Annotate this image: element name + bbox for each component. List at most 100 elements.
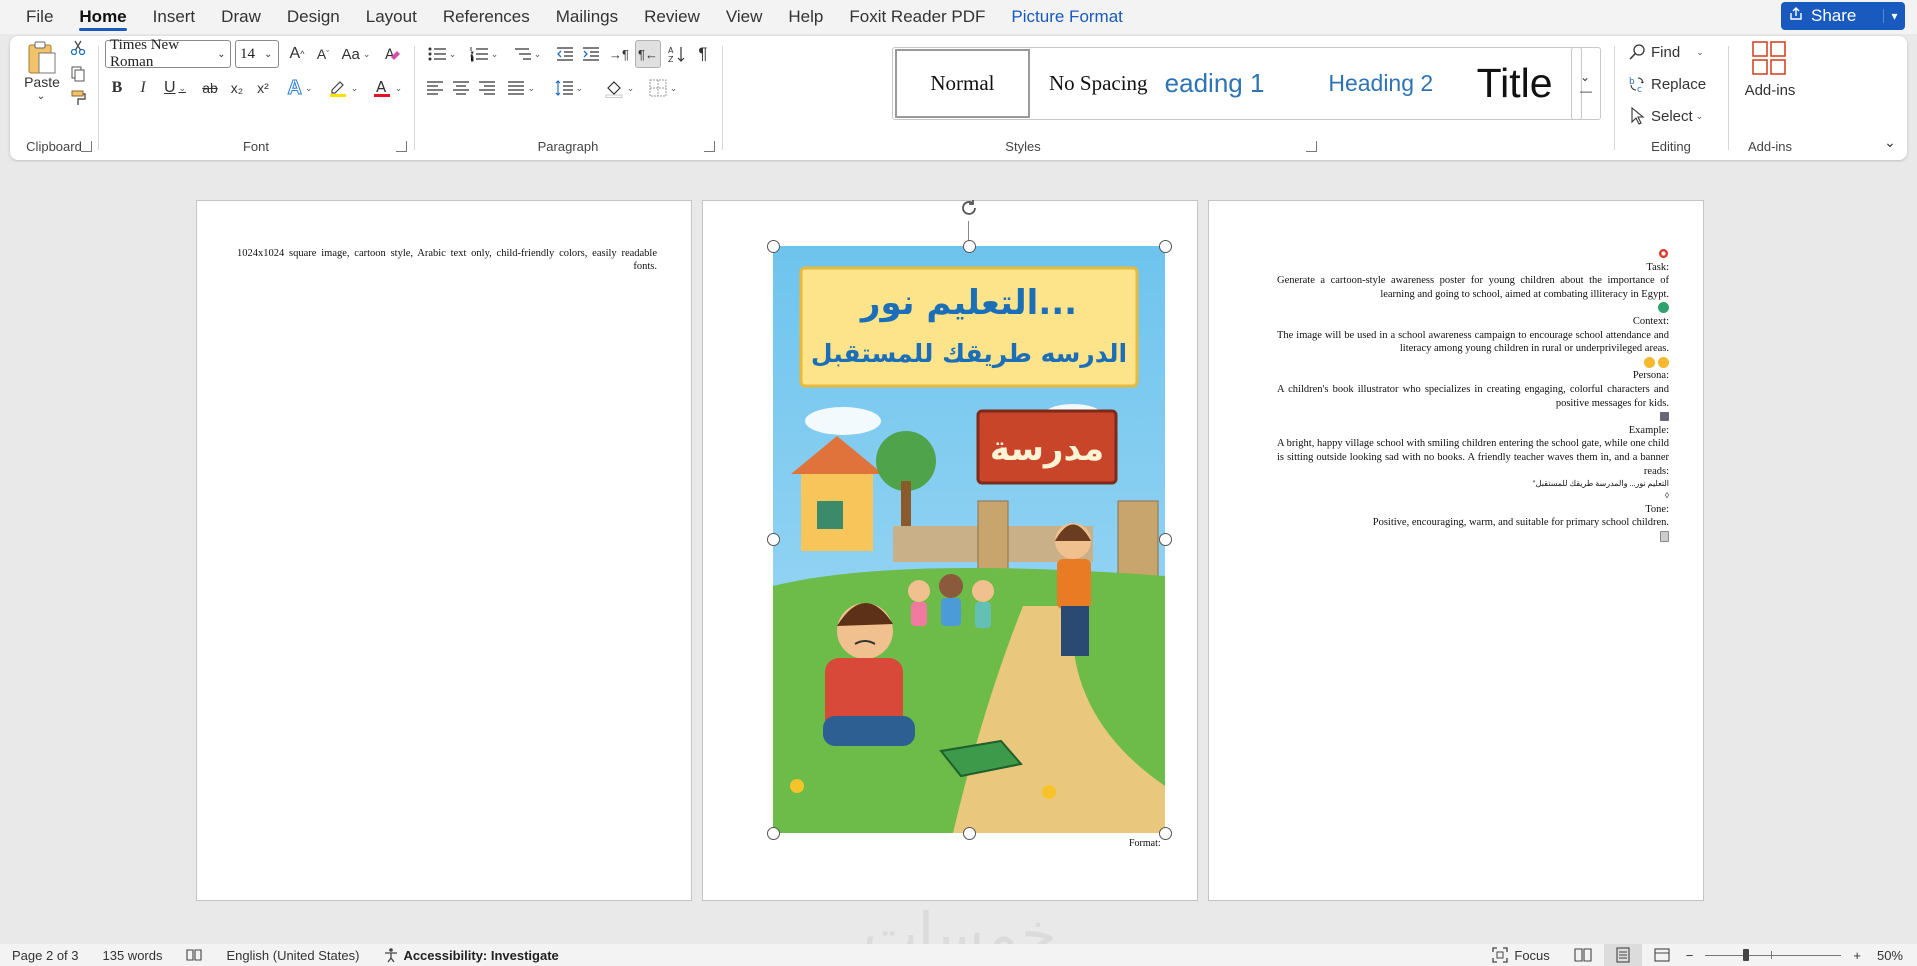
align-center-icon[interactable]	[449, 76, 473, 100]
chevron-down-icon[interactable]: ▾	[1883, 9, 1905, 23]
document-canvas[interactable]: 1024x1024 square image, cartoon style, A…	[0, 162, 1917, 966]
style-heading-2[interactable]: Heading 2	[1313, 49, 1448, 118]
change-case-button[interactable]: Aa ⌄	[339, 42, 373, 66]
rtl-direction-icon[interactable]: ¶←	[635, 40, 661, 68]
italic-button[interactable]: I	[131, 76, 155, 100]
line-spacing-button[interactable]: ⌄	[549, 76, 589, 100]
zoom-in-button[interactable]: +	[1849, 948, 1865, 963]
addins-icon[interactable]	[1749, 38, 1789, 78]
page-2[interactable]: التعليم نور... الدرسه طريقك للمستقبل مدر…	[702, 200, 1198, 901]
highlight-button[interactable]: ⌄	[323, 76, 363, 100]
print-layout-icon[interactable]	[1603, 944, 1642, 966]
find-button[interactable]: Find ⌄	[1629, 40, 1719, 64]
page-1[interactable]: 1024x1024 square image, cartoon style, A…	[196, 200, 692, 901]
menu-mailings[interactable]: Mailings	[543, 0, 631, 34]
shading-button[interactable]: ⌄	[599, 76, 639, 100]
bullets-button[interactable]: ⌄	[423, 42, 461, 66]
zoom-level[interactable]: 50%	[1865, 948, 1917, 963]
focus-button[interactable]: Focus	[1480, 947, 1561, 963]
resize-handle-top[interactable]	[962, 239, 976, 253]
styles-more-button[interactable]: ⌄ —	[1571, 47, 1601, 120]
superscript-button[interactable]: x²	[251, 76, 275, 100]
menu-picture-format[interactable]: Picture Format	[998, 0, 1135, 34]
page-count[interactable]: Page 2 of 3	[0, 948, 91, 963]
menu-review[interactable]: Review	[631, 0, 713, 34]
resize-handle-left[interactable]	[766, 532, 780, 546]
font-launcher-icon[interactable]	[396, 141, 407, 152]
rotate-handle-icon[interactable]	[960, 199, 978, 217]
menu-design[interactable]: Design	[274, 0, 353, 34]
zoom-slider-thumb[interactable]	[1743, 948, 1750, 961]
selected-picture[interactable]: التعليم نور... الدرسه طريقك للمستقبل مدر…	[766, 200, 1172, 849]
align-right-icon[interactable]	[475, 76, 499, 100]
bold-button[interactable]: B	[105, 76, 129, 100]
format-painter-icon[interactable]	[68, 88, 88, 108]
collapse-ribbon-icon[interactable]: ⌄	[1880, 132, 1900, 152]
menu-home[interactable]: Home	[66, 0, 139, 34]
paste-icon[interactable]	[24, 40, 60, 76]
page-3-text[interactable]: Task: Generate a cartoon-style awareness…	[1277, 247, 1669, 543]
menu-layout[interactable]: Layout	[353, 0, 430, 34]
language-status[interactable]: English (United States)	[214, 948, 371, 963]
zoom-slider[interactable]	[1705, 948, 1842, 961]
resize-handle-bottom[interactable]	[962, 826, 976, 840]
align-left-icon[interactable]	[423, 76, 447, 100]
shrink-font-icon[interactable]: Aˇ	[311, 42, 335, 66]
sort-icon[interactable]: AZ	[665, 42, 689, 66]
zoom-out-button[interactable]: −	[1682, 948, 1698, 963]
style-title[interactable]: Title	[1448, 49, 1581, 118]
styles-launcher-icon[interactable]	[1306, 141, 1317, 152]
multilevel-list-button[interactable]: ⌄	[507, 42, 547, 66]
subscript-button[interactable]: x₂	[225, 76, 249, 100]
underline-button[interactable]: U ⌄	[157, 76, 193, 100]
web-layout-icon[interactable]	[1642, 947, 1682, 963]
proofing-icon[interactable]	[174, 948, 214, 962]
chevron-down-icon[interactable]: ⌄	[217, 49, 230, 60]
read-mode-icon[interactable]	[1562, 948, 1604, 962]
cut-icon[interactable]	[68, 38, 88, 58]
font-color-button[interactable]: A ⌄	[367, 76, 407, 100]
paste-button[interactable]: Paste	[20, 72, 64, 92]
style-heading-1[interactable]: eading 1	[1165, 49, 1314, 118]
grow-font-icon[interactable]: A ^	[285, 42, 309, 66]
menu-draw[interactable]: Draw	[208, 0, 274, 34]
style-no-spacing[interactable]: No Spacing	[1032, 49, 1165, 118]
strikethrough-button[interactable]: ab	[197, 76, 223, 100]
resize-handle-top-right[interactable]	[1158, 239, 1172, 253]
ltr-direction-icon[interactable]: →¶	[607, 42, 631, 66]
text-effects-button[interactable]: A ⌄	[281, 76, 319, 100]
decrease-indent-icon[interactable]	[553, 42, 577, 66]
menu-foxit[interactable]: Foxit Reader PDF	[836, 0, 998, 34]
font-size-combo[interactable]: 14 ⌄	[235, 40, 279, 68]
show-formatting-button[interactable]: ¶	[691, 42, 715, 66]
chevron-down-icon[interactable]: ⌄	[264, 49, 278, 60]
style-normal[interactable]: Normal	[895, 49, 1030, 118]
paragraph-launcher-icon[interactable]	[704, 141, 715, 152]
clear-formatting-icon[interactable]: A	[381, 42, 405, 66]
copy-icon[interactable]	[68, 64, 88, 84]
menu-help[interactable]: Help	[775, 0, 836, 34]
page-3[interactable]: Task: Generate a cartoon-style awareness…	[1208, 200, 1704, 901]
share-button[interactable]: Share ▾	[1781, 2, 1905, 30]
word-count[interactable]: 135 words	[91, 948, 175, 963]
menu-insert[interactable]: Insert	[140, 0, 209, 34]
borders-button[interactable]: ⌄	[643, 76, 683, 100]
clipboard-launcher-icon[interactable]	[81, 141, 92, 152]
poster-image[interactable]: التعليم نور... الدرسه طريقك للمستقبل مدر…	[773, 246, 1165, 833]
justify-button[interactable]: ⌄	[501, 76, 541, 100]
resize-handle-bottom-left[interactable]	[766, 826, 780, 840]
resize-handle-top-left[interactable]	[766, 239, 780, 253]
numbering-button[interactable]: ⌄	[465, 42, 503, 66]
page-1-text[interactable]: 1024x1024 square image, cartoon style, A…	[237, 247, 657, 273]
replace-button[interactable]: bc Replace	[1629, 72, 1719, 96]
select-button[interactable]: Select ⌄	[1629, 104, 1719, 128]
increase-indent-icon[interactable]	[579, 42, 603, 66]
addins-button[interactable]: Add-ins	[1729, 80, 1811, 100]
menu-file[interactable]: File	[24, 0, 66, 34]
paste-chevron-icon[interactable]: ⌄	[34, 90, 48, 102]
resize-handle-right[interactable]	[1158, 532, 1172, 546]
accessibility-status[interactable]: Accessibility: Investigate	[371, 947, 570, 963]
menu-references[interactable]: References	[430, 0, 543, 34]
font-name-combo[interactable]: Times New Roman ⌄	[105, 37, 231, 70]
menu-view[interactable]: View	[713, 0, 776, 34]
